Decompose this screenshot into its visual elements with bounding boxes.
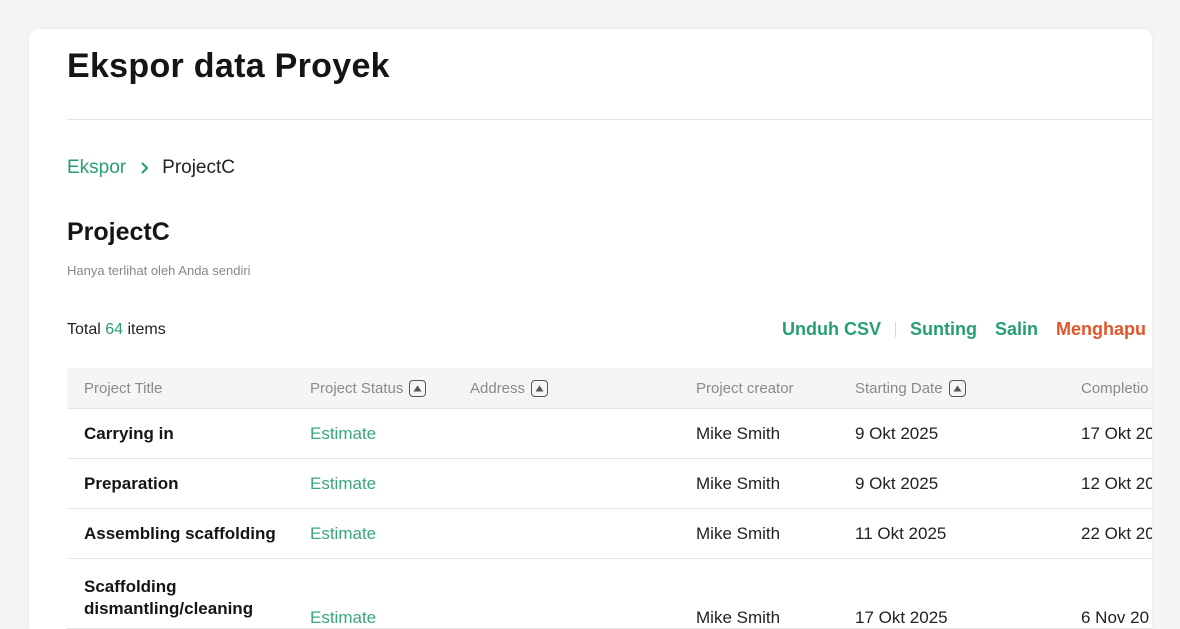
table-row[interactable]: Carrying in Estimate Mike Smith 9 Okt 20… [67, 409, 1152, 459]
column-header-creator: Project creator [696, 379, 794, 397]
cell-status: Estimate [310, 473, 377, 493]
column-header-address[interactable]: Address [470, 368, 549, 408]
total-number: 64 [105, 321, 124, 338]
copy-button[interactable]: Salin [995, 319, 1038, 340]
cell-creator: Mike Smith [696, 423, 781, 443]
table-header: Project Title Project Status Address Pro… [67, 368, 1152, 409]
cell-completion-date: 6 Nov 20 [1081, 608, 1150, 627]
cell-status: Estimate [310, 608, 377, 627]
cell-title: Scaffolding dismantling/cleaning [84, 576, 254, 618]
cell-title: Preparation [84, 473, 179, 493]
table-row[interactable]: Preparation Estimate Mike Smith 9 Okt 20… [67, 459, 1152, 509]
sort-ascending-icon[interactable] [409, 379, 427, 397]
column-header-completion-date: Completio [1081, 379, 1149, 397]
cell-creator: Mike Smith [696, 523, 781, 543]
chevron-right-icon [138, 161, 152, 175]
page-title: Ekspor data Proyek [67, 47, 390, 85]
cell-creator: Mike Smith [696, 473, 781, 493]
header-divider [67, 119, 1152, 120]
sort-ascending-icon[interactable] [948, 379, 966, 397]
total-count: Total 64 items [67, 321, 166, 339]
breadcrumb-parent-link[interactable]: Ekspor [67, 157, 126, 179]
cell-start-date: 9 Okt 2025 [855, 473, 939, 493]
column-header-status[interactable]: Project Status [310, 368, 427, 408]
breadcrumb: Ekspor ProjectC [67, 157, 235, 179]
sort-ascending-icon[interactable] [531, 379, 549, 397]
cell-title: Carrying in [84, 423, 174, 443]
breadcrumb-current: ProjectC [162, 157, 235, 178]
visibility-note: Hanya terlihat oleh Anda sendiri [67, 263, 251, 278]
cell-start-date: 11 Okt 2025 [855, 523, 947, 543]
cell-title: Assembling scaffolding [84, 523, 276, 543]
action-bar: Unduh CSV Sunting Salin Menghapu [782, 319, 1146, 340]
table-row[interactable]: Scaffolding dismantling/cleaning Estimat… [67, 559, 1152, 629]
column-header-title: Project Title [84, 379, 163, 397]
project-name: ProjectC [67, 218, 170, 246]
cell-start-date: 17 Okt 2025 [855, 608, 948, 627]
edit-button[interactable]: Sunting [910, 319, 977, 340]
cell-status: Estimate [310, 523, 377, 543]
cell-start-date: 9 Okt 2025 [855, 423, 939, 443]
cell-creator: Mike Smith [696, 608, 781, 627]
projects-table: Project Title Project Status Address Pro… [67, 368, 1152, 629]
download-csv-button[interactable]: Unduh CSV [782, 319, 881, 340]
total-suffix: items [127, 321, 166, 338]
delete-button[interactable]: Menghapu [1056, 319, 1146, 340]
cell-completion-date: 22 Okt 20 [1081, 523, 1152, 543]
cell-completion-date: 12 Okt 20 [1081, 473, 1152, 493]
table-row[interactable]: Assembling scaffolding Estimate Mike Smi… [67, 509, 1152, 559]
column-header-start-date[interactable]: Starting Date [855, 368, 966, 408]
cell-completion-date: 17 Okt 20 [1081, 423, 1152, 443]
cell-status: Estimate [310, 423, 377, 443]
action-divider [895, 322, 896, 337]
total-prefix: Total [67, 321, 101, 338]
export-card: Ekspor data Proyek Ekspor ProjectC Proje… [29, 29, 1152, 629]
